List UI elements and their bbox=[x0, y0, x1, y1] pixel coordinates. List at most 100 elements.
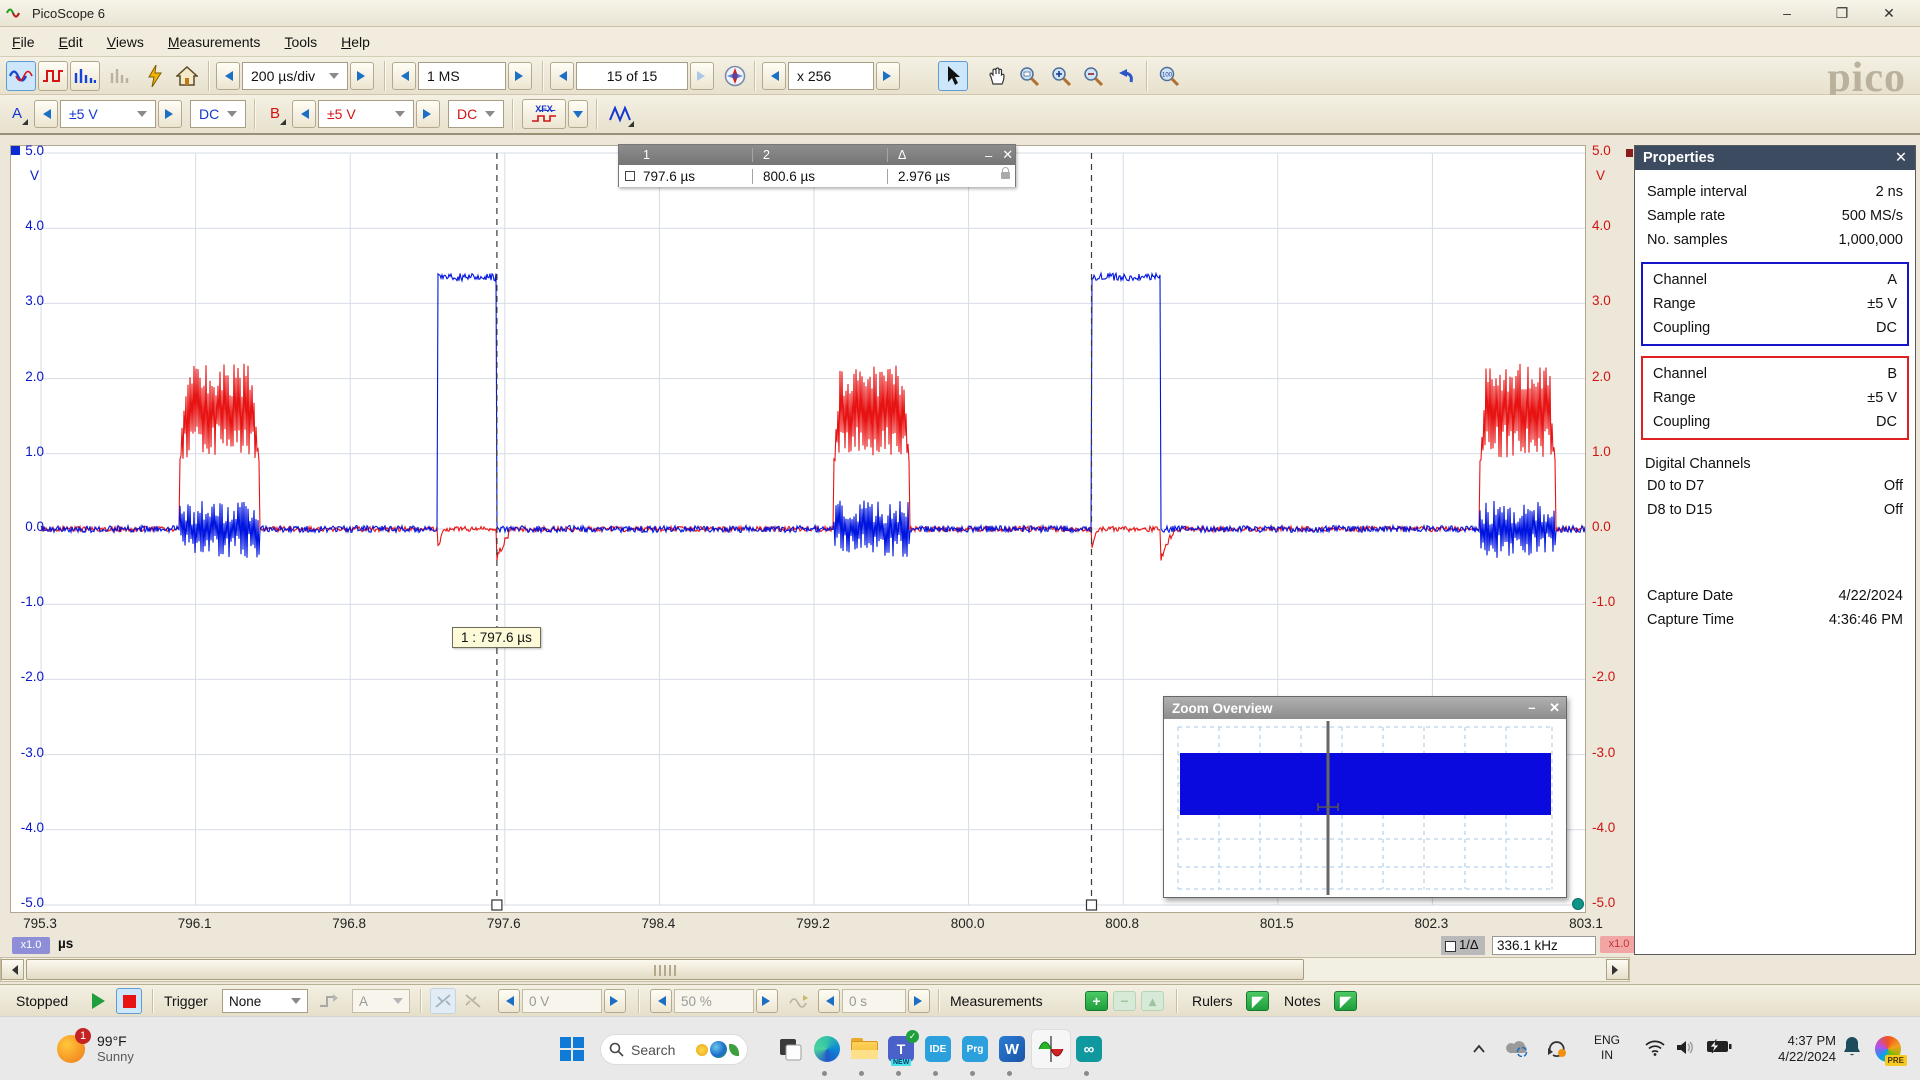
run-button[interactable] bbox=[86, 988, 112, 1014]
channel-a-range-next[interactable] bbox=[158, 100, 182, 128]
zoom-overview-close[interactable]: ✕ bbox=[1549, 700, 1560, 715]
inverse-delta-label[interactable]: 1/Δ bbox=[1441, 936, 1485, 955]
ruler-legend-minimize[interactable]: – bbox=[985, 148, 992, 163]
zoom-100-button[interactable]: 100 bbox=[1154, 61, 1184, 91]
taskbar-app-file-explorer[interactable] bbox=[848, 1033, 880, 1065]
zoom-out-tool[interactable] bbox=[1078, 61, 1108, 91]
weather-widget[interactable]: 1 99°F Sunny bbox=[55, 1031, 134, 1065]
start-button[interactable] bbox=[556, 1033, 588, 1065]
buffer-prev-button[interactable] bbox=[550, 62, 574, 90]
taskbar-app-edge[interactable] bbox=[811, 1033, 843, 1065]
trigger-level-up[interactable] bbox=[604, 989, 626, 1013]
timebase-next-button[interactable] bbox=[350, 62, 374, 90]
channel-a-coupling-select[interactable]: DC bbox=[190, 100, 246, 128]
persistence-view-button[interactable] bbox=[38, 61, 68, 91]
timebase-prev-button[interactable] bbox=[216, 62, 240, 90]
wifi-icon[interactable] bbox=[1644, 1039, 1666, 1061]
rulers-button[interactable]: ◤ bbox=[1246, 991, 1269, 1011]
ruler-legend-window[interactable]: 1 2 Δ – ✕ 797.6 µs 800.6 µs 2.976 µs bbox=[618, 144, 1016, 187]
spectrum-view-button[interactable] bbox=[70, 61, 100, 91]
taskbar-app-prg[interactable]: Prg bbox=[959, 1033, 991, 1065]
ruler-legend-header[interactable]: 1 2 Δ – ✕ bbox=[619, 145, 1015, 165]
channel-a-range-prev[interactable] bbox=[34, 100, 58, 128]
ruler-legend-close[interactable]: ✕ bbox=[1002, 147, 1013, 163]
buffer-navigator-button[interactable] bbox=[720, 61, 750, 91]
zoom-overview-canvas[interactable] bbox=[1164, 719, 1566, 897]
delay-up[interactable] bbox=[908, 989, 930, 1013]
undo-zoom-button[interactable] bbox=[1110, 61, 1140, 91]
auto-setup-button[interactable] bbox=[140, 61, 170, 91]
add-measurement-button[interactable]: + bbox=[1085, 991, 1108, 1011]
battery-icon[interactable] bbox=[1706, 1039, 1732, 1059]
zoom-overview-window[interactable]: Zoom Overview – ✕ bbox=[1163, 696, 1567, 898]
taskbar-app-picoscope-active[interactable] bbox=[1031, 1029, 1071, 1069]
samples-field[interactable]: 1 MS bbox=[418, 62, 506, 90]
task-view-button[interactable] bbox=[774, 1033, 806, 1065]
minimize-button[interactable]: – bbox=[1764, 0, 1810, 26]
channel-b-options-button[interactable]: B bbox=[262, 99, 288, 127]
channel-a-options-button[interactable]: A bbox=[4, 99, 30, 127]
trigger-level-down[interactable] bbox=[498, 989, 520, 1013]
language-indicator[interactable]: ENG IN bbox=[1594, 1033, 1620, 1063]
zoom-overview-header[interactable]: Zoom Overview – ✕ bbox=[1164, 697, 1566, 719]
delay-down[interactable] bbox=[818, 989, 840, 1013]
horizontal-scrollbar[interactable] bbox=[0, 957, 1630, 982]
menu-file[interactable]: File bbox=[0, 30, 47, 54]
notification-bell-icon[interactable] bbox=[1842, 1036, 1862, 1063]
onedrive-icon[interactable] bbox=[1506, 1039, 1530, 1062]
scrollbar-thumb[interactable] bbox=[26, 959, 1304, 980]
scope-view-button[interactable] bbox=[6, 61, 36, 91]
zoom-decrease-button[interactable] bbox=[762, 62, 786, 90]
scroll-right-button[interactable] bbox=[1606, 959, 1629, 980]
channel-b-axis-handle[interactable] bbox=[1572, 898, 1584, 910]
digital-channels-dropdown[interactable] bbox=[568, 100, 588, 128]
y-scale-badge[interactable]: x1.0 bbox=[1600, 936, 1638, 953]
timebase-select[interactable]: 200 µs/div bbox=[242, 62, 348, 90]
channel-b-range-select[interactable]: ±5 V bbox=[318, 100, 414, 128]
zoom-overview-minimize[interactable]: – bbox=[1528, 700, 1535, 715]
home-button[interactable] bbox=[172, 61, 202, 91]
scroll-left-button[interactable] bbox=[1, 959, 24, 980]
trigger-mode-select[interactable]: None bbox=[222, 989, 308, 1013]
zoom-window-tool[interactable] bbox=[1014, 61, 1044, 91]
pretrigger-up[interactable] bbox=[756, 989, 778, 1013]
normal-selection-tool[interactable] bbox=[938, 61, 968, 91]
menu-measurements[interactable]: Measurements bbox=[156, 30, 273, 54]
taskbar-app-teams[interactable]: T ✓ NEW bbox=[885, 1033, 917, 1065]
ruler-lock-checkbox[interactable] bbox=[625, 171, 635, 181]
math-channels-button[interactable] bbox=[604, 99, 636, 129]
notes-button[interactable]: ◤ bbox=[1334, 991, 1357, 1011]
buffer-next-button[interactable] bbox=[690, 62, 714, 90]
channel-a-axis-handle[interactable] bbox=[11, 146, 20, 155]
samples-decrease-button[interactable] bbox=[392, 62, 416, 90]
maximize-button[interactable]: ❐ bbox=[1819, 0, 1865, 26]
channel-b-range-prev[interactable] bbox=[292, 100, 316, 128]
taskbar-app-arduino[interactable]: ∞ bbox=[1073, 1033, 1105, 1065]
hand-tool[interactable] bbox=[982, 61, 1012, 91]
close-button[interactable]: ✕ bbox=[1866, 0, 1912, 26]
pretrigger-down[interactable] bbox=[650, 989, 672, 1013]
digital-channels-button[interactable]: X̶F̶X̶ bbox=[522, 99, 566, 129]
zoom-factor-field[interactable]: x 256 bbox=[788, 62, 874, 90]
zoom-in-tool[interactable] bbox=[1046, 61, 1076, 91]
tray-clock[interactable]: 4:37 PM 4/22/2024 bbox=[1752, 1033, 1836, 1065]
volume-icon[interactable] bbox=[1676, 1039, 1696, 1061]
menu-edit[interactable]: Edit bbox=[47, 30, 95, 54]
samples-increase-button[interactable] bbox=[508, 62, 532, 90]
x-scale-badge[interactable]: x1.0 bbox=[12, 937, 50, 954]
zoom-increase-button[interactable] bbox=[876, 62, 900, 90]
tray-chevron-icon[interactable] bbox=[1472, 1041, 1486, 1059]
taskbar-search[interactable]: Search bbox=[600, 1034, 748, 1065]
channel-b-range-next[interactable] bbox=[416, 100, 440, 128]
taskbar-app-ide[interactable]: IDE bbox=[922, 1033, 954, 1065]
channel-a-range-select[interactable]: ±5 V bbox=[60, 100, 156, 128]
stop-button[interactable] bbox=[116, 988, 142, 1014]
menu-views[interactable]: Views bbox=[95, 30, 156, 54]
buffer-position-field[interactable]: 15 of 15 bbox=[576, 62, 688, 90]
menu-tools[interactable]: Tools bbox=[272, 30, 329, 54]
channel-b-coupling-select[interactable]: DC bbox=[448, 100, 504, 128]
menu-help[interactable]: Help bbox=[329, 30, 382, 54]
update-restart-icon[interactable] bbox=[1546, 1039, 1568, 1064]
copilot-button[interactable]: PRE bbox=[1872, 1033, 1904, 1065]
properties-close-button[interactable]: ✕ bbox=[1895, 150, 1907, 166]
